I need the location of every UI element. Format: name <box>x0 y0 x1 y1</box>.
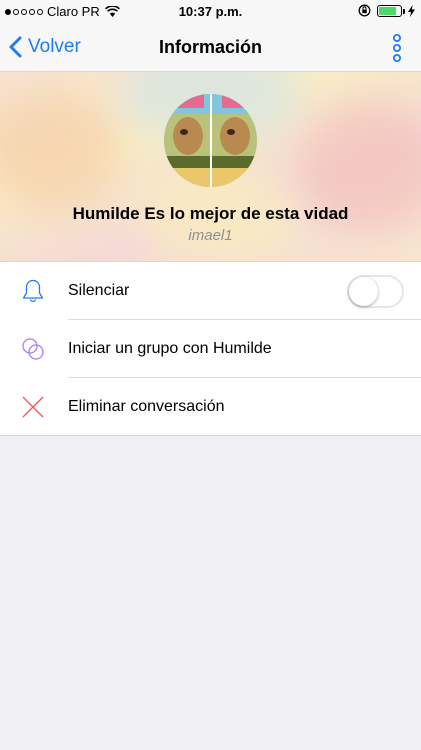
profile-header: Humilde Es lo mejor de esta vidad imael1 <box>0 72 421 261</box>
delete-conversation-row[interactable]: Eliminar conversación <box>0 378 421 436</box>
navigation-bar: Volver Información <box>0 22 421 72</box>
toggle-knob <box>349 277 378 306</box>
battery-level <box>379 6 396 15</box>
close-icon <box>22 396 44 418</box>
delete-conversation-label: Eliminar conversación <box>68 398 225 415</box>
profile-name: Humilde Es lo mejor de esta vidad <box>72 204 349 223</box>
mute-toggle[interactable] <box>347 275 404 308</box>
charging-bolt-icon <box>408 4 415 17</box>
bell-icon <box>22 279 44 303</box>
group-icon <box>22 338 44 360</box>
mute-label: Silenciar <box>68 282 130 299</box>
avatar-image <box>164 94 257 187</box>
options-list: Silenciar Iniciar un grupo con Humilde E… <box>0 261 421 436</box>
orientation-lock-icon <box>358 4 371 17</box>
start-group-label: Iniciar un grupo con Humilde <box>68 340 272 357</box>
profile-handle: imael1 <box>188 227 233 244</box>
more-options-icon[interactable] <box>391 34 403 62</box>
status-bar: Claro PR 10:37 p.m. <box>0 0 421 22</box>
battery-icon <box>377 4 405 17</box>
mute-row[interactable]: Silenciar <box>0 262 421 320</box>
start-group-row[interactable]: Iniciar un grupo con Humilde <box>0 320 421 378</box>
page-title: Información <box>158 37 262 57</box>
status-right <box>358 4 415 17</box>
avatar[interactable] <box>164 94 257 187</box>
